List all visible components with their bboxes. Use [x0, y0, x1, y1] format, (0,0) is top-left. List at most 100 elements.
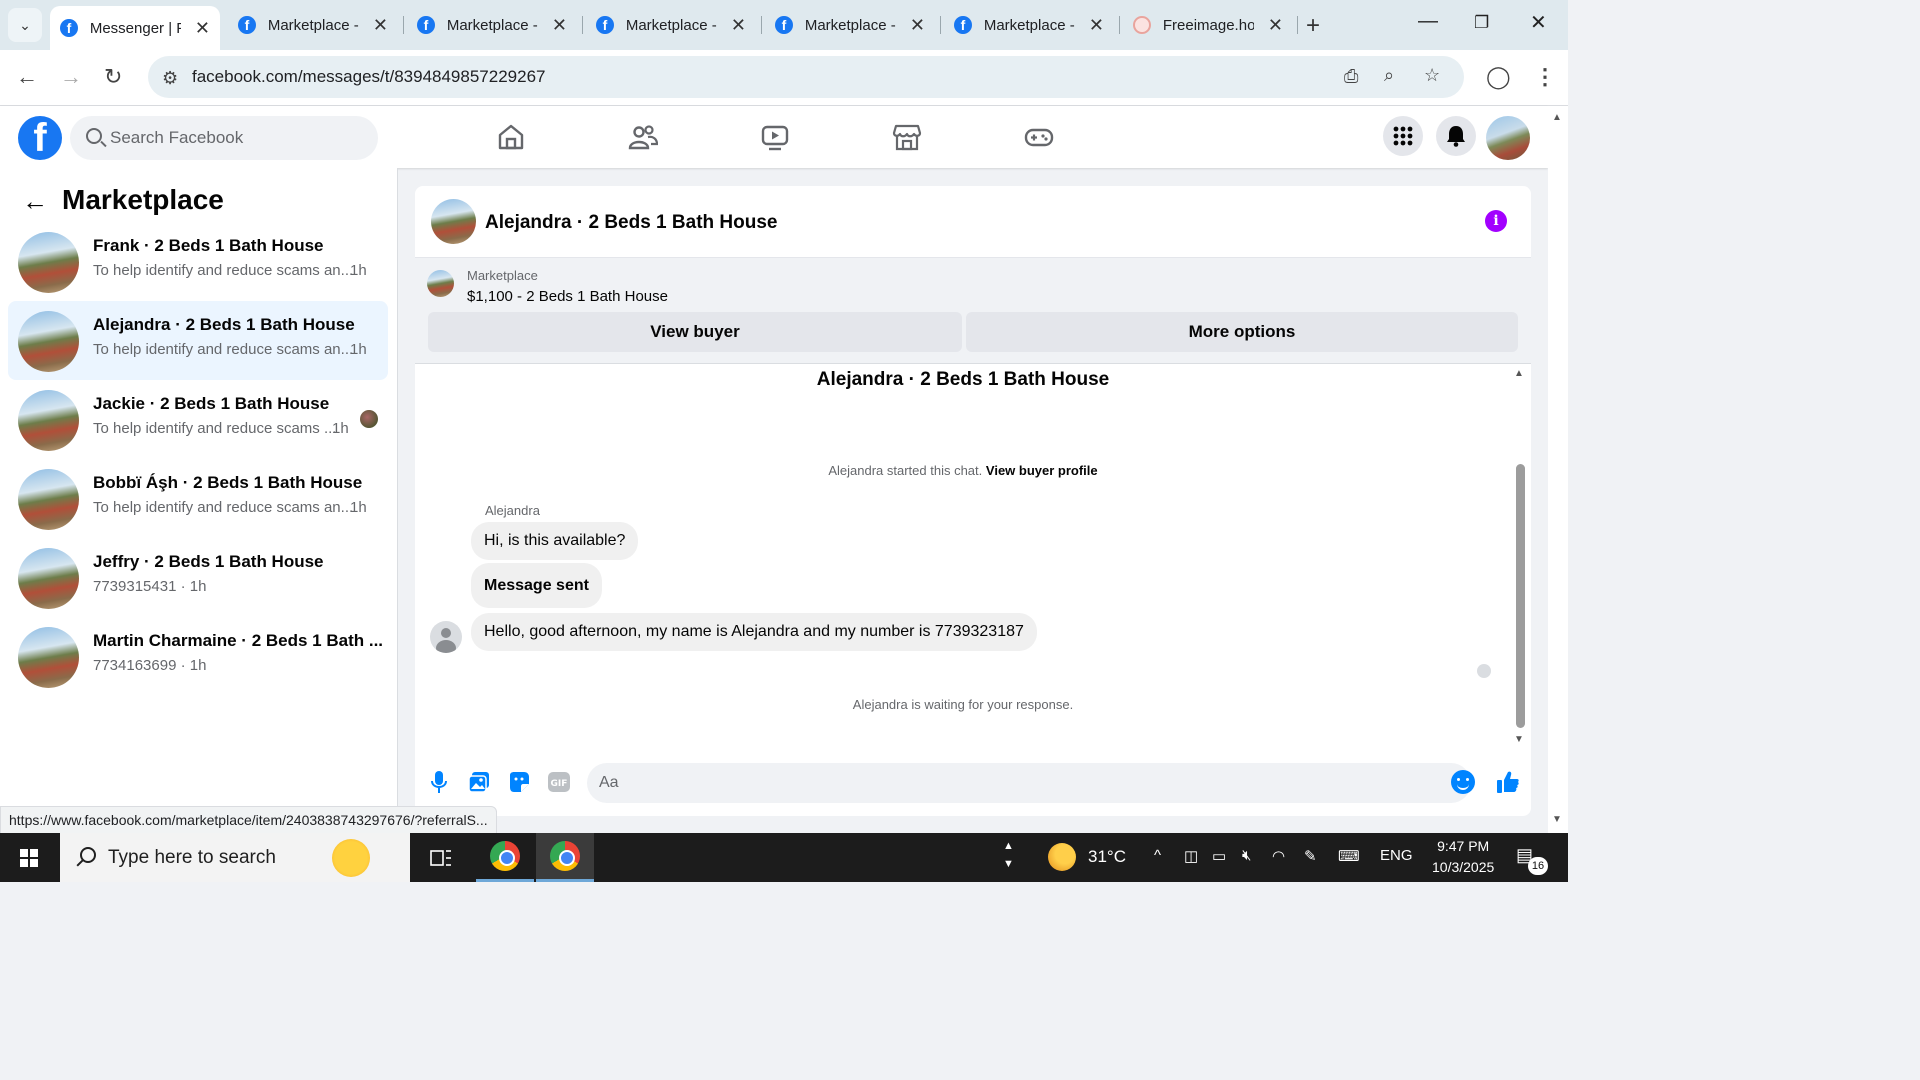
keyboard-icon[interactable]: ⌨ — [1338, 847, 1360, 865]
close-icon[interactable]: ✕ — [373, 15, 388, 36]
gif-icon[interactable]: GIF — [546, 769, 572, 795]
conversation-item-selected[interactable]: Alejandra · 2 Beds 1 Bath House To help … — [8, 301, 388, 380]
conversation-item[interactable]: Frank · 2 Beds 1 Bath House To help iden… — [8, 222, 388, 301]
tab-marketplace-3[interactable]: f Marketplace - ✕ — [586, 6, 756, 44]
install-app-icon[interactable]: ⎙ — [1344, 66, 1358, 87]
taskbar-search-input[interactable]: Type here to search — [60, 833, 410, 882]
message-bubble[interactable]: Hi, is this available? — [471, 522, 639, 560]
wifi-icon[interactable]: ◠ — [1272, 847, 1285, 865]
close-icon[interactable]: ✕ — [910, 15, 925, 36]
new-tab-button[interactable]: + — [1306, 12, 1320, 40]
restore-icon[interactable]: ❐ — [1474, 13, 1489, 33]
close-icon[interactable]: ✕ — [1268, 15, 1283, 36]
more-options-button[interactable]: More options — [966, 312, 1518, 352]
tab-search-button[interactable]: ⌄ — [8, 8, 42, 42]
tab-marketplace-1[interactable]: f Marketplace - ✕ — [228, 6, 398, 44]
emoji-icon[interactable] — [1451, 770, 1475, 794]
bookmark-star-icon[interactable]: ☆ — [1424, 65, 1440, 86]
conversation-item[interactable]: Bobbï Áşh · 2 Beds 1 Bath House To help … — [8, 459, 388, 538]
message-sent-bubble[interactable]: Message sent — [471, 563, 602, 608]
conversation-name: Martin Charmaine · 2 Beds 1 Bath ... — [93, 631, 384, 650]
tab-title: Marketplace - — [983, 16, 1075, 34]
message-thread[interactable]: Alejandra · 2 Beds 1 Bath House Alejandr… — [415, 364, 1531, 744]
conversation-name: Alejandra · 2 Beds 1 Bath House — [93, 315, 355, 334]
view-buyer-button[interactable]: View buyer — [428, 312, 962, 352]
temperature-text[interactable]: 31°C — [1088, 847, 1126, 867]
facebook-header: f Search Facebook — [0, 106, 1548, 168]
listing-thumbnail[interactable] — [427, 270, 454, 297]
scroll-up-arrow-icon[interactable]: ▲ — [1514, 368, 1524, 379]
tab-marketplace-5[interactable]: f Marketplace - ✕ — [944, 6, 1114, 44]
conversation-item[interactable]: Martin Charmaine · 2 Beds 1 Bath ... 773… — [8, 617, 388, 696]
svg-text:GIF: GIF — [551, 779, 568, 789]
site-info-icon[interactable]: ⚙ — [162, 68, 178, 89]
chrome-taskbar-app-1[interactable] — [476, 833, 534, 882]
minimize-icon[interactable]: — — [1418, 10, 1438, 33]
meet-icon[interactable]: ◫ — [1184, 847, 1198, 865]
page-scroll-up-icon[interactable]: ▲ — [1552, 112, 1562, 123]
photo-icon[interactable] — [466, 769, 492, 795]
back-arrow-icon[interactable]: ← — [22, 186, 48, 217]
account-avatar[interactable] — [1486, 116, 1530, 160]
address-bar: ← → ↻ ⚙ facebook.com/messages/t/83948498… — [0, 50, 1568, 106]
weather-icon[interactable] — [1048, 843, 1076, 871]
notifications-bell-icon[interactable] — [1436, 116, 1476, 156]
search-input[interactable]: Search Facebook — [70, 116, 378, 160]
message-bubble[interactable]: Hello, good afternoon, my name is Alejan… — [471, 613, 1037, 651]
seen-avatar — [360, 410, 378, 428]
chat-header: Alejandra · 2 Beds 1 Bath House i — [415, 186, 1531, 258]
volume-muted-icon[interactable]: 🔇︎ — [1242, 847, 1251, 864]
video-icon[interactable] — [760, 122, 790, 152]
view-buyer-profile-link[interactable]: View buyer profile — [986, 463, 1098, 478]
reload-icon[interactable]: ↻ — [104, 64, 122, 90]
microphone-icon[interactable] — [426, 769, 452, 795]
facebook-logo-icon[interactable]: f — [18, 116, 62, 160]
taskbar-scroll-icon[interactable]: ▲ ▼ — [1003, 837, 1014, 873]
conversation-item[interactable]: Jeffry · 2 Beds 1 Bath House 7739315431 … — [8, 538, 388, 617]
message-input[interactable]: Aa — [587, 763, 1471, 803]
close-icon[interactable]: ✕ — [1089, 15, 1104, 36]
language-indicator[interactable]: ENG — [1380, 847, 1413, 864]
tab-freeimage[interactable]: Freeimage.ho ✕ — [1123, 6, 1293, 44]
forward-icon[interactable]: → — [60, 64, 82, 90]
windows-start-icon[interactable] — [20, 849, 38, 867]
chat-scrollbar-thumb[interactable] — [1516, 464, 1525, 728]
like-thumbs-up-icon[interactable] — [1495, 769, 1521, 795]
info-icon[interactable]: i — [1485, 210, 1507, 232]
listing-price[interactable]: $1,100 - 2 Beds 1 Bath House — [467, 288, 668, 305]
chat-title[interactable]: Alejandra · 2 Beds 1 Bath House — [485, 212, 777, 234]
zoom-icon[interactable]: ⌕ — [1384, 65, 1394, 86]
profile-icon[interactable]: ◯ — [1486, 64, 1511, 90]
window-close-icon[interactable]: ✕ — [1530, 10, 1547, 35]
tab-marketplace-2[interactable]: f Marketplace - ✕ — [407, 6, 577, 44]
back-icon[interactable]: ← — [16, 64, 38, 90]
tab-title: Marketplace - — [625, 16, 717, 34]
sticker-icon[interactable] — [506, 769, 532, 795]
close-icon[interactable]: ✕ — [552, 15, 567, 36]
sender-avatar[interactable] — [430, 621, 462, 653]
chrome-taskbar-app-2[interactable] — [536, 833, 594, 882]
facebook-icon: f — [60, 19, 78, 37]
chat-avatar[interactable] — [431, 199, 476, 244]
tab-marketplace-4[interactable]: f Marketplace - ✕ — [765, 6, 935, 44]
tray-overflow-icon[interactable]: ^ — [1154, 847, 1161, 864]
battery-icon[interactable]: ▭ — [1212, 847, 1226, 865]
menu-dots-icon[interactable]: ⋮ — [1534, 64, 1556, 90]
facebook-icon: f — [238, 16, 256, 34]
gaming-icon[interactable] — [1024, 122, 1054, 152]
home-icon[interactable] — [496, 122, 526, 152]
friends-icon[interactable] — [628, 122, 658, 152]
pen-icon[interactable]: ✎ — [1304, 847, 1317, 865]
scroll-down-arrow-icon[interactable]: ▼ — [1514, 734, 1524, 745]
page-scrollbar[interactable]: ▲ ▼ — [1548, 106, 1568, 833]
tab-messenger[interactable]: f Messenger | Fa ✕ — [50, 6, 220, 50]
task-view-icon[interactable] — [412, 833, 470, 882]
close-icon[interactable]: ✕ — [195, 18, 210, 39]
close-icon[interactable]: ✕ — [731, 15, 746, 36]
url-input[interactable]: ⚙ facebook.com/messages/t/83948498572292… — [148, 56, 1464, 98]
page-scroll-down-icon[interactable]: ▼ — [1552, 814, 1562, 825]
menu-grid-icon[interactable] — [1383, 116, 1423, 156]
clock[interactable]: 9:47 PM 10/3/2025 — [1432, 838, 1494, 875]
marketplace-icon[interactable] — [892, 122, 922, 152]
conversation-item[interactable]: Jackie · 2 Beds 1 Bath House To help ide… — [8, 380, 388, 459]
